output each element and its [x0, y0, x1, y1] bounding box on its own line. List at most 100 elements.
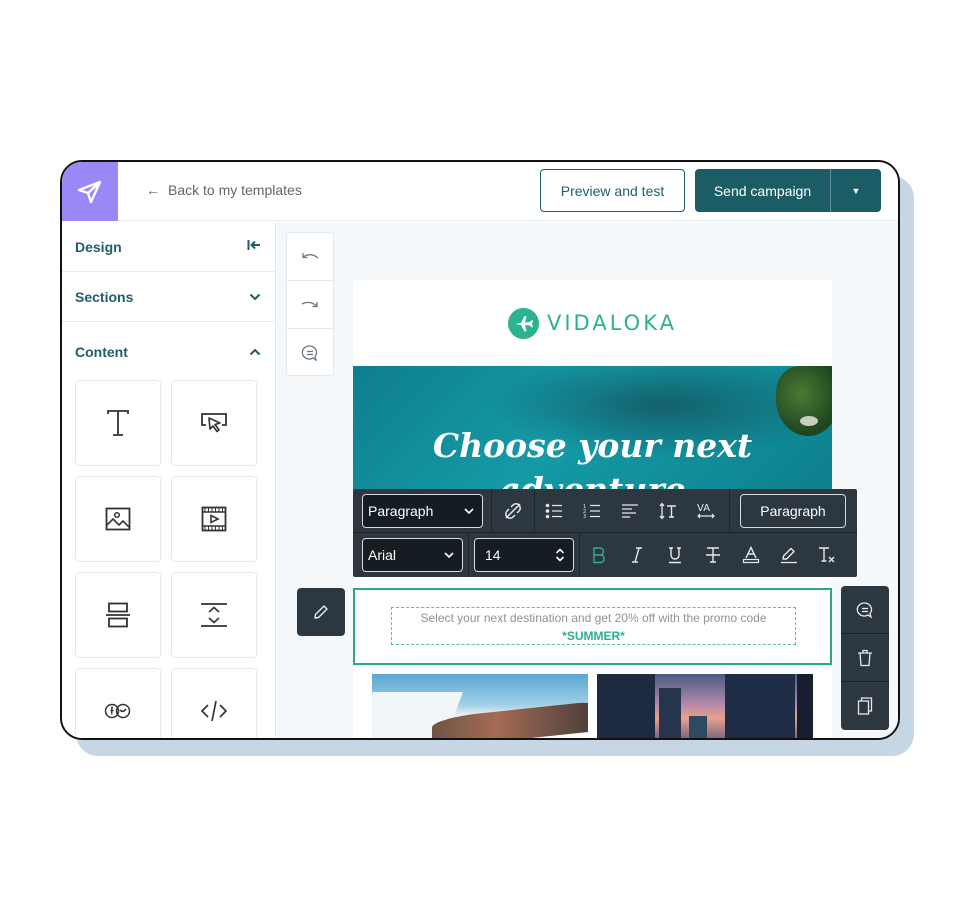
comments-button[interactable] — [287, 329, 333, 377]
caret-down-icon[interactable]: ▼ — [831, 169, 881, 212]
hero-banner[interactable]: Choose your next adventure — [353, 366, 832, 496]
duplicate-block-button[interactable] — [841, 682, 889, 730]
text-block-editable[interactable]: Select your next destination and get 20%… — [391, 607, 796, 645]
clear-formatting-icon — [819, 547, 835, 563]
video-block-tile[interactable] — [171, 476, 257, 562]
design-title: Design — [75, 238, 122, 255]
duplicate-icon — [857, 697, 873, 715]
svg-text:VA: VA — [697, 503, 710, 514]
stepper-arrows-icon[interactable] — [555, 548, 565, 562]
content-title: Content — [75, 344, 128, 360]
clear-formatting-button[interactable] — [808, 546, 846, 564]
numbered-list-button[interactable]: 123 — [573, 503, 611, 519]
email-editor-window: ← Back to my templates Preview and test … — [60, 160, 900, 740]
font-family-select[interactable]: Arial — [362, 538, 463, 572]
content-blocks-grid — [62, 374, 275, 738]
sidebar: Design Sections Content — [62, 222, 276, 738]
text-block-tile[interactable] — [75, 380, 161, 466]
font-size-stepper[interactable]: 14 — [474, 538, 574, 572]
text-icon — [107, 410, 129, 436]
svg-text:3: 3 — [583, 514, 586, 519]
promo-code-text[interactable]: *SUMMER* — [392, 627, 795, 645]
block-style-select[interactable]: Paragraph — [362, 493, 483, 528]
image-block-tile[interactable] — [75, 476, 161, 562]
redo-button[interactable] — [287, 281, 333, 329]
toolbar-separator — [468, 533, 469, 577]
top-bar: ← Back to my templates Preview and test … — [62, 162, 898, 221]
app-logo[interactable] — [62, 162, 118, 221]
letter-spacing-button[interactable]: VA — [687, 502, 725, 520]
image-row — [372, 674, 813, 738]
bullet-list-icon — [545, 503, 562, 518]
strikethrough-button[interactable] — [694, 546, 732, 564]
chevron-down-icon[interactable] — [249, 290, 261, 304]
divider-block-tile[interactable] — [75, 572, 161, 658]
toolbar-separator — [729, 488, 730, 533]
underline-button[interactable] — [656, 546, 694, 564]
edit-block-button[interactable] — [297, 588, 345, 636]
bullet-list-button[interactable] — [535, 503, 573, 519]
text-color-icon — [742, 546, 760, 564]
spacer-icon — [201, 603, 227, 627]
paragraph-button[interactable]: Paragraph — [740, 493, 846, 528]
video-icon — [201, 506, 227, 532]
italic-button[interactable] — [618, 546, 656, 564]
align-button[interactable] — [611, 503, 649, 519]
selected-text-block[interactable]: Select your next destination and get 20%… — [353, 588, 832, 665]
text-formatting-toolbar: Paragraph 123 VA Paragraph Arial 14 — [353, 488, 857, 577]
chevron-down-icon — [464, 507, 474, 514]
building-shape — [659, 688, 681, 738]
comment-block-button[interactable] — [841, 586, 889, 634]
toolbar-row-1: Paragraph 123 VA Paragraph — [353, 488, 857, 533]
social-icon — [104, 703, 131, 719]
send-campaign-button[interactable]: Send campaign ▼ — [695, 169, 881, 212]
brand-header: VIDALOKA — [353, 280, 832, 366]
comment-icon — [856, 601, 873, 619]
mountain-image[interactable] — [372, 674, 588, 738]
line-height-button[interactable] — [649, 501, 687, 520]
sidebar-design-row[interactable]: Design — [62, 222, 275, 272]
font-family-value: Arial — [368, 547, 397, 563]
letter-spacing-icon: VA — [697, 503, 715, 518]
sidebar-content-row[interactable]: Content — [62, 322, 275, 374]
button-cursor-icon — [201, 413, 227, 433]
toolbar-row-2: Arial 14 — [353, 533, 857, 577]
undo-icon — [302, 252, 319, 259]
collapse-panel-icon[interactable] — [247, 239, 261, 254]
sidebar-sections-row[interactable]: Sections — [62, 272, 275, 322]
promo-body-text[interactable]: Select your next destination and get 20%… — [392, 609, 795, 627]
brand-name: VIDALOKA — [547, 311, 677, 335]
unlink-button[interactable] — [492, 501, 534, 521]
html-block-tile[interactable] — [171, 668, 257, 738]
undo-button[interactable] — [287, 233, 333, 281]
align-left-icon — [622, 503, 638, 518]
italic-icon — [632, 547, 642, 563]
city-skyline-image[interactable] — [597, 674, 813, 738]
history-toolbar — [286, 232, 334, 376]
block-actions-toolbar — [841, 586, 889, 730]
chevron-up-icon[interactable] — [249, 345, 261, 359]
image-icon — [105, 507, 131, 531]
send-campaign-label[interactable]: Send campaign — [695, 169, 831, 212]
preview-and-test-button[interactable]: Preview and test — [540, 169, 685, 212]
highlight-button[interactable] — [770, 546, 808, 564]
code-icon — [200, 700, 228, 722]
spacer-block-tile[interactable] — [171, 572, 257, 658]
building-shape — [597, 674, 655, 738]
back-to-templates-link[interactable]: ← Back to my templates — [146, 182, 302, 198]
building-shape — [689, 716, 707, 738]
hero-title[interactable]: Choose your next adventure — [353, 424, 832, 496]
line-height-icon — [659, 501, 676, 520]
redo-icon — [301, 301, 318, 307]
text-color-button[interactable] — [732, 546, 770, 564]
unlink-icon — [505, 502, 521, 519]
block-style-value: Paragraph — [368, 502, 434, 519]
sections-title: Sections — [75, 288, 134, 305]
delete-block-button[interactable] — [841, 634, 889, 682]
divider-icon — [106, 602, 130, 628]
numbered-list-icon: 123 — [583, 504, 600, 519]
bold-button[interactable] — [580, 546, 618, 564]
editor-canvas: VIDALOKA Choose your next adventure Sele… — [277, 222, 898, 738]
button-block-tile[interactable] — [171, 380, 257, 466]
social-block-tile[interactable] — [75, 668, 161, 738]
